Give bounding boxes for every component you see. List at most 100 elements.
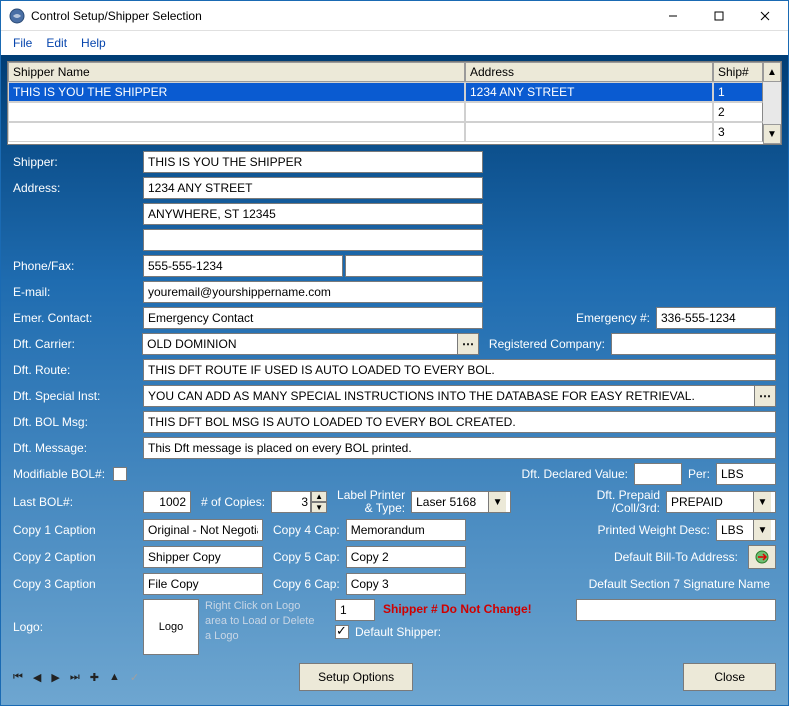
label-default-billto: Default Bill-To Address: (604, 550, 744, 564)
special-inst-lookup-button[interactable]: ⋯ (754, 385, 776, 407)
copy3-field[interactable] (143, 573, 263, 595)
label-copy4: Copy 4 Cap: (263, 523, 346, 537)
nav-first-icon[interactable]: ⏮ (13, 671, 23, 684)
label-logo: Logo: (13, 620, 143, 634)
copy6-field[interactable] (346, 573, 466, 595)
label-copies: # of Copies: (191, 495, 271, 509)
label-printer-select[interactable]: Laser 5168▼ (411, 491, 511, 513)
scroll-down-icon[interactable]: ▼ (763, 124, 781, 144)
label-copy1: Copy 1 Caption (13, 523, 143, 537)
nav-last-icon[interactable]: ⏭ (70, 671, 80, 684)
grid-row[interactable]: 3 (8, 122, 763, 142)
shipper-grid: Shipper Name Address Ship# THIS IS YOU T… (7, 61, 782, 145)
carrier-lookup-button[interactable]: ⋯ (457, 333, 479, 355)
label-dft-route: Dft. Route: (13, 363, 143, 377)
label-copy6: Copy 6 Cap: (263, 577, 346, 591)
logo-hint-text: Right Click on Logo area to Load or Dele… (205, 599, 315, 644)
dft-bol-msg-field[interactable] (143, 411, 776, 433)
per-field[interactable] (716, 463, 776, 485)
nav-post-icon[interactable]: ✓ (130, 671, 139, 684)
menu-file[interactable]: File (13, 36, 32, 50)
nav-prev-icon[interactable]: ◀ (33, 671, 41, 684)
nav-edit-icon[interactable]: ▲ (109, 671, 120, 683)
dft-prepaid-select[interactable]: PREPAID▼ (666, 491, 776, 513)
mod-bol-checkbox[interactable] (113, 467, 127, 481)
copies-input[interactable] (271, 491, 311, 513)
label-dft-prepaid: Dft. Prepaid /Coll/3rd: (587, 489, 666, 515)
reg-company-field[interactable] (611, 333, 776, 355)
chevron-down-icon: ▼ (753, 520, 771, 540)
app-icon (9, 8, 25, 24)
close-button[interactable]: Close (683, 663, 776, 691)
copy5-field[interactable] (346, 546, 466, 568)
label-last-bol: Last BOL#: (13, 495, 143, 509)
grid-scrollbar[interactable]: ▲ ▼ (763, 62, 781, 144)
last-bol-field[interactable] (143, 491, 191, 513)
emer-contact-field[interactable] (143, 307, 483, 329)
dft-message-field[interactable] (143, 437, 776, 459)
scroll-up-icon[interactable]: ▲ (763, 62, 781, 82)
spin-up-icon[interactable]: ▲ (311, 491, 327, 502)
dft-route-field[interactable] (143, 359, 776, 381)
label-per: Per: (682, 467, 716, 481)
copies-spinner[interactable]: ▲▼ (271, 491, 327, 513)
label-dft-carrier: Dft. Carrier: (13, 337, 142, 351)
label-emer-num: Emergency #: (566, 311, 656, 325)
maximize-button[interactable] (696, 1, 742, 31)
address3-field[interactable] (143, 229, 483, 251)
sec7-name-field[interactable] (576, 599, 776, 621)
logo-drop-area[interactable]: Logo (143, 599, 199, 655)
address2-field[interactable] (143, 203, 483, 225)
email-field[interactable] (143, 281, 483, 303)
label-emer-contact: Emer. Contact: (13, 311, 143, 325)
nav-add-icon[interactable]: ✚ (90, 671, 99, 684)
titlebar: Control Setup/Shipper Selection (1, 1, 788, 31)
shipper-no-warning: Shipper # Do Not Change! (383, 603, 532, 617)
billto-lookup-button[interactable] (748, 545, 776, 569)
menu-help[interactable]: Help (81, 36, 106, 50)
shipper-number-field[interactable] (335, 599, 375, 621)
minimize-button[interactable] (650, 1, 696, 31)
grid-row[interactable]: 2 (8, 102, 763, 122)
setup-options-button[interactable]: Setup Options (299, 663, 413, 691)
label-address: Address: (13, 181, 143, 195)
label-email: E-mail: (13, 285, 143, 299)
spin-down-icon[interactable]: ▼ (311, 502, 327, 513)
label-mod-bol: Modifiable BOL#: (13, 467, 113, 481)
close-window-button[interactable] (742, 1, 788, 31)
copy2-field[interactable] (143, 546, 263, 568)
label-shipper: Shipper: (13, 155, 143, 169)
printed-weight-select[interactable]: LBS▼ (716, 519, 776, 541)
copy1-field[interactable] (143, 519, 263, 541)
menubar: File Edit Help (1, 31, 788, 55)
grid-row[interactable]: THIS IS YOU THE SHIPPER 1234 ANY STREET … (8, 82, 763, 102)
phone-field[interactable] (143, 255, 343, 277)
emer-num-field[interactable] (656, 307, 776, 329)
nav-next-icon[interactable]: ▶ (51, 671, 59, 684)
label-dft-special: Dft. Special Inst: (13, 389, 143, 403)
shipper-field[interactable] (143, 151, 483, 173)
copy4-field[interactable] (346, 519, 466, 541)
decl-val-field[interactable] (634, 463, 682, 485)
label-decl-val: Dft. Declared Value: (511, 467, 634, 481)
default-shipper-checkbox[interactable] (335, 625, 349, 639)
label-copy5: Copy 5 Cap: (263, 550, 346, 564)
label-default-sec7: Default Section 7 Signature Name (579, 577, 776, 591)
label-printed-weight: Printed Weight Desc: (588, 523, 717, 537)
label-copy2: Copy 2 Caption (13, 550, 143, 564)
dft-special-field[interactable] (143, 385, 755, 407)
fax-field[interactable] (345, 255, 483, 277)
window-frame: Control Setup/Shipper Selection File Edi… (0, 0, 789, 706)
grid-col-shipno[interactable]: Ship# (713, 62, 763, 82)
label-default-shipper: Default Shipper: (349, 625, 447, 639)
window-title: Control Setup/Shipper Selection (31, 9, 650, 23)
client-area: Shipper Name Address Ship# THIS IS YOU T… (1, 55, 788, 705)
grid-col-address[interactable]: Address (465, 62, 713, 82)
dft-carrier-field[interactable] (142, 333, 458, 355)
label-phone: Phone/Fax: (13, 259, 143, 273)
label-copy3: Copy 3 Caption (13, 577, 143, 591)
chevron-down-icon: ▼ (753, 492, 771, 512)
grid-col-shipper[interactable]: Shipper Name (8, 62, 465, 82)
address1-field[interactable] (143, 177, 483, 199)
menu-edit[interactable]: Edit (46, 36, 67, 50)
